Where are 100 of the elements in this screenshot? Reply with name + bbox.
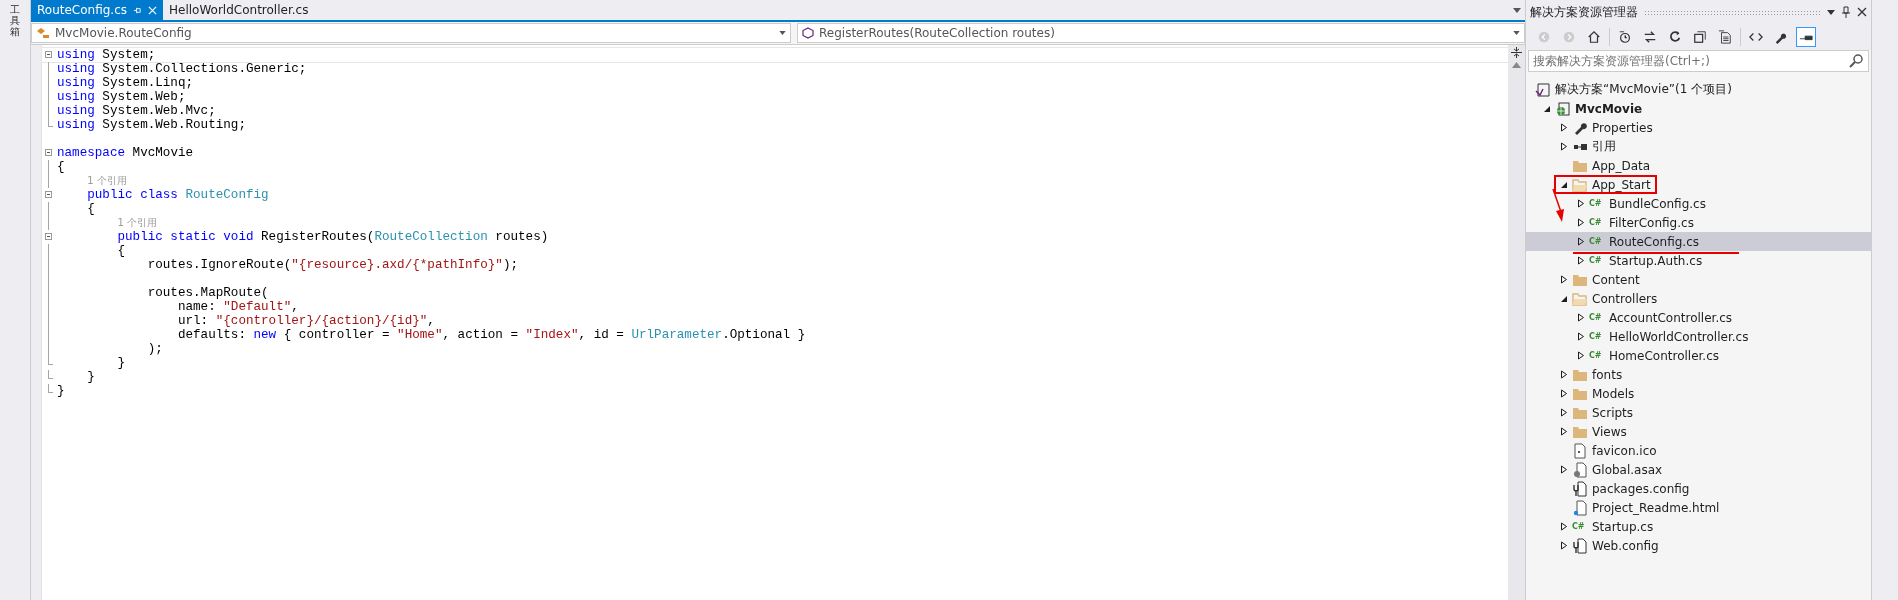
collapse-icon[interactable] — [45, 233, 52, 240]
csharp-file-icon: C# — [1589, 235, 1605, 248]
code-line: public static void RegisterRoutes(RouteCollection routes) — [116, 230, 549, 244]
tree-item[interactable]: Project_Readme.html — [1526, 498, 1871, 517]
tree-item[interactable]: C# RouteConfig.cs — [1526, 232, 1871, 251]
image-file-icon — [1572, 442, 1588, 459]
tree-item[interactable]: Controllers — [1526, 289, 1871, 308]
item-label: Startup.Auth.cs — [1609, 253, 1703, 268]
item-label: Web.config — [1592, 538, 1659, 553]
collapse-icon[interactable] — [45, 191, 52, 198]
tree-item[interactable]: Global.asax — [1526, 460, 1871, 479]
collapsed-arrow-icon[interactable] — [1560, 275, 1568, 284]
collapsed-arrow-icon[interactable] — [1560, 427, 1568, 436]
tree-item[interactable]: Models — [1526, 384, 1871, 403]
annotation-arrow — [1552, 188, 1564, 222]
item-label: Startup.cs — [1592, 519, 1654, 534]
dropdown-caret-icon[interactable] — [1827, 9, 1835, 15]
solution-item[interactable]: 解决方案“MvcMovie”(1 个项目) — [1526, 80, 1871, 99]
item-label: Properties — [1592, 120, 1653, 135]
csharp-file-icon: C# — [1589, 216, 1605, 229]
panel-title: 解决方案资源管理器 — [1530, 3, 1638, 21]
member-dropdown[interactable]: RegisterRoutes(RouteCollection routes) — [797, 23, 1525, 43]
code-line: { — [116, 244, 126, 258]
expanded-arrow-icon[interactable] — [1560, 180, 1568, 189]
tree-item[interactable]: C# Startup.Auth.cs — [1526, 251, 1871, 270]
collapsed-arrow-icon[interactable] — [1577, 313, 1585, 322]
tree-item[interactable]: Web.config — [1526, 536, 1871, 555]
tree-item[interactable]: MvcMovie — [1526, 99, 1871, 118]
code-line: using System.Web; — [57, 90, 186, 104]
tree-item[interactable]: favicon.ico — [1526, 441, 1871, 460]
cube-icon — [802, 27, 814, 39]
collapsed-arrow-icon[interactable] — [1577, 218, 1585, 227]
open-folder-icon — [1572, 290, 1588, 307]
tree-item[interactable]: App_Start — [1526, 175, 1871, 194]
collapsed-arrow-icon[interactable] — [1560, 389, 1568, 398]
preview-icon[interactable] — [1796, 27, 1816, 47]
tree-item[interactable]: Views — [1526, 422, 1871, 441]
toolbox-tab[interactable]: 工具箱 — [10, 4, 20, 600]
tree-item[interactable]: C# Startup.cs — [1526, 517, 1871, 536]
collapse-icon[interactable] — [45, 51, 52, 58]
tree-item[interactable]: Content — [1526, 270, 1871, 289]
tree-item[interactable]: fonts — [1526, 365, 1871, 384]
item-label: App_Start — [1592, 177, 1651, 192]
collapsed-arrow-icon[interactable] — [1577, 237, 1585, 246]
code-line: } — [116, 356, 126, 370]
item-label: favicon.ico — [1592, 443, 1657, 458]
collapsed-arrow-icon[interactable] — [1560, 408, 1568, 417]
csharp-file-icon: C# — [1589, 254, 1605, 267]
item-label: Views — [1592, 424, 1627, 439]
split-icon[interactable] — [1511, 47, 1522, 58]
search-field[interactable]: 搜索解决方案资源管理器(Ctrl+;) — [1528, 50, 1869, 72]
collapsed-arrow-icon[interactable] — [1560, 123, 1568, 132]
item-label: Global.asax — [1592, 462, 1663, 477]
item-label: Scripts — [1592, 405, 1634, 420]
dropdown-caret-icon[interactable] — [1513, 31, 1520, 35]
collapsed-arrow-icon[interactable] — [1577, 351, 1585, 360]
tree-item[interactable]: Scripts — [1526, 403, 1871, 422]
web-file-icon — [1572, 499, 1588, 516]
code-line: using System.Collections.Generic; — [57, 62, 307, 76]
document-tab[interactable]: HelloWorldController.cs — [163, 0, 315, 20]
tree-item[interactable]: C# HelloWorldController.cs — [1526, 327, 1871, 346]
tree-item[interactable]: App_Data — [1526, 156, 1871, 175]
vertical-scrollbar[interactable] — [1508, 45, 1525, 600]
collapsed-arrow-icon[interactable] — [1577, 199, 1585, 208]
item-label: Project_Readme.html — [1592, 500, 1720, 515]
dropdown-caret-icon[interactable] — [779, 31, 786, 35]
tree-item[interactable]: C# BundleConfig.cs — [1526, 194, 1871, 213]
item-label: App_Data — [1592, 158, 1651, 173]
collapsed-arrow-icon[interactable] — [1577, 256, 1585, 265]
expanded-arrow-icon[interactable] — [1560, 294, 1568, 303]
code-line: { — [86, 202, 95, 216]
code-line: ); — [146, 342, 163, 356]
dropdown-caret-icon[interactable] — [1513, 7, 1521, 13]
collapsed-arrow-icon[interactable] — [1560, 541, 1568, 550]
csharp-file-icon: C# — [1589, 349, 1605, 362]
item-label: RouteConfig.cs — [1609, 234, 1699, 249]
tree-item[interactable]: Properties — [1526, 118, 1871, 137]
tree-item[interactable]: packages.config — [1526, 479, 1871, 498]
code-line: routes.IgnoreRoute("{resource}.axd/{*pathInfo}"); — [146, 258, 519, 272]
collapsed-arrow-icon[interactable] — [1560, 142, 1568, 151]
collapsed-arrow-icon[interactable] — [1577, 332, 1585, 341]
code-line: using System.Web.Routing; — [57, 118, 246, 132]
pin-icon[interactable] — [1841, 6, 1851, 18]
code-line: using System; — [57, 48, 156, 62]
tree-item[interactable]: C# HomeController.cs — [1526, 346, 1871, 365]
tree-item[interactable]: C# AccountController.cs — [1526, 308, 1871, 327]
type-dropdown[interactable]: MvcMovie.RouteConfig — [31, 23, 791, 43]
collapsed-arrow-icon[interactable] — [1560, 370, 1568, 379]
collapsed-arrow-icon[interactable] — [1560, 522, 1568, 531]
scroll-up-icon[interactable] — [1512, 62, 1521, 68]
expanded-arrow-icon[interactable] — [1543, 104, 1551, 113]
code-line: defaults: new { controller = "Home", action = "Index", id = UrlParameter.Optional } — [176, 328, 806, 342]
close-icon[interactable] — [1857, 7, 1867, 17]
item-label: Content — [1592, 272, 1640, 287]
item-label: fonts — [1592, 367, 1623, 382]
collapse-icon[interactable] — [45, 149, 52, 156]
search-icon[interactable] — [1849, 54, 1863, 68]
tree-item[interactable]: C# FilterConfig.cs — [1526, 213, 1871, 232]
collapsed-arrow-icon[interactable] — [1560, 465, 1568, 474]
tree-item[interactable]: 引用 — [1526, 137, 1871, 156]
